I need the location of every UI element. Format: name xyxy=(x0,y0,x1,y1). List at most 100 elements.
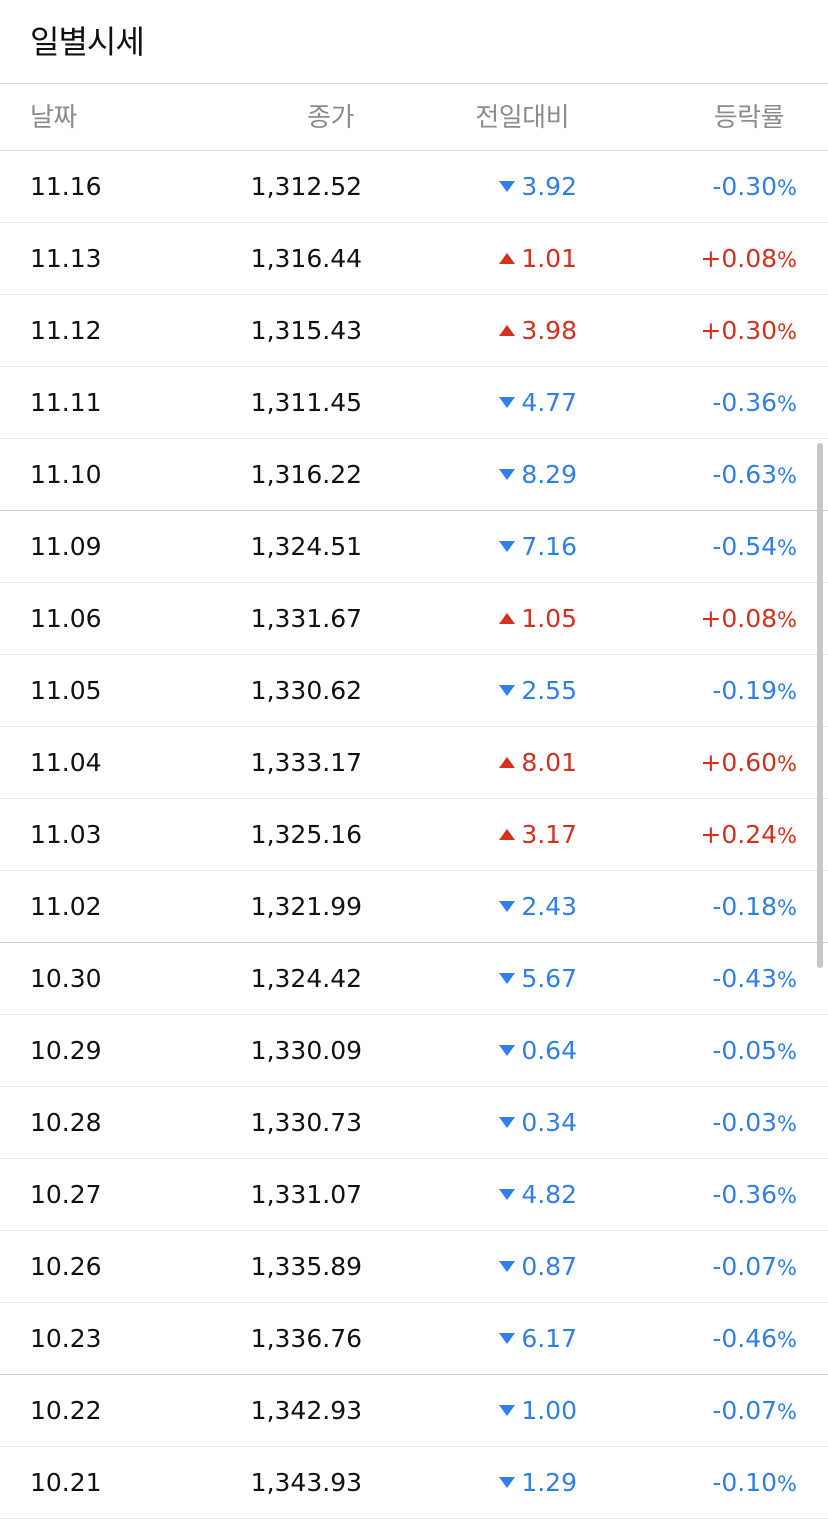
rate-value: -0.05 xyxy=(712,1036,778,1065)
change-value: 3.92 xyxy=(521,172,577,201)
rate-cell: -0.36% xyxy=(712,1178,797,1213)
percent-sign: % xyxy=(777,896,797,920)
date-cell: 11.11 xyxy=(30,388,102,417)
table-row: 11.03 1,325.16 3.17 +0.24% xyxy=(0,799,828,871)
rate-value: -0.07 xyxy=(712,1396,778,1425)
triangle-up-icon xyxy=(499,324,516,336)
close-price-cell: 1,316.44 xyxy=(250,244,362,273)
change-value: 0.34 xyxy=(521,1108,577,1137)
triangle-down-icon xyxy=(499,1188,516,1200)
close-price-cell: 1,330.09 xyxy=(250,1036,362,1065)
change-value: 8.01 xyxy=(521,748,577,777)
rate-value: +0.30 xyxy=(700,316,778,345)
table-row: 11.06 1,331.67 1.05 +0.08% xyxy=(0,583,828,655)
change-cell: 8.01 xyxy=(499,746,577,780)
table-row: 10.27 1,331.07 4.82 -0.36% xyxy=(0,1159,828,1231)
date-cell: 10.23 xyxy=(30,1324,102,1353)
rate-cell: +0.08% xyxy=(700,602,797,637)
close-price-cell: 1,324.51 xyxy=(250,532,362,561)
triangle-down-icon xyxy=(499,468,516,480)
rate-cell: -0.18% xyxy=(712,890,797,925)
change-cell: 7.16 xyxy=(499,530,577,564)
date-cell: 11.04 xyxy=(30,748,102,777)
percent-sign: % xyxy=(777,536,797,560)
close-price-cell: 1,312.52 xyxy=(250,172,362,201)
rate-cell: -0.63% xyxy=(712,458,797,493)
rate-value: -0.36 xyxy=(712,388,778,417)
triangle-down-icon xyxy=(499,1044,516,1056)
triangle-down-icon xyxy=(499,1260,516,1272)
percent-sign: % xyxy=(777,1040,797,1064)
table-row: 10.23 1,336.76 6.17 -0.46% xyxy=(0,1303,828,1375)
percent-sign: % xyxy=(777,680,797,704)
percent-sign: % xyxy=(777,248,797,272)
percent-sign: % xyxy=(777,392,797,416)
triangle-down-icon xyxy=(499,1332,516,1344)
table-row: 11.13 1,316.44 1.01 +0.08% xyxy=(0,223,828,295)
close-price-cell: 1,331.67 xyxy=(250,604,362,633)
rate-value: -0.36 xyxy=(712,1180,778,1209)
rate-cell: -0.46% xyxy=(712,1322,797,1357)
rate-value: -0.10 xyxy=(712,1468,778,1497)
rate-cell: +0.60% xyxy=(700,746,797,781)
date-cell: 11.12 xyxy=(30,316,102,345)
date-cell: 11.02 xyxy=(30,892,102,921)
rate-value: -0.63 xyxy=(712,460,778,489)
rate-cell: -0.05% xyxy=(712,1034,797,1069)
table-header: 날짜 종가 전일대비 등락률 xyxy=(0,85,828,151)
column-header-rate: 등락률 xyxy=(713,103,785,133)
date-cell: 10.29 xyxy=(30,1036,102,1065)
rate-cell: +0.30% xyxy=(700,314,797,349)
change-value: 1.29 xyxy=(521,1468,577,1497)
vertical-scrollbar[interactable] xyxy=(817,443,823,968)
change-value: 3.17 xyxy=(521,820,577,849)
table-row: 11.16 1,312.52 3.92 -0.30% xyxy=(0,151,828,223)
triangle-up-icon xyxy=(499,756,516,768)
change-value: 1.01 xyxy=(521,244,577,273)
change-cell: 1.29 xyxy=(499,1466,577,1500)
change-value: 1.05 xyxy=(521,604,577,633)
percent-sign: % xyxy=(777,752,797,776)
percent-sign: % xyxy=(777,968,797,992)
percent-sign: % xyxy=(777,1184,797,1208)
close-price-cell: 1,331.07 xyxy=(250,1180,362,1209)
change-cell: 4.82 xyxy=(499,1178,577,1212)
table-row: 10.30 1,324.42 5.67 -0.43% xyxy=(0,943,828,1015)
change-cell: 3.92 xyxy=(499,170,577,204)
rate-value: -0.19 xyxy=(712,676,778,705)
change-value: 1.00 xyxy=(521,1396,577,1425)
rate-cell: -0.19% xyxy=(712,674,797,709)
change-cell: 0.34 xyxy=(499,1106,577,1140)
close-price-cell: 1,342.93 xyxy=(250,1396,362,1425)
close-price-cell: 1,321.99 xyxy=(250,892,362,921)
table-row: 10.29 1,330.09 0.64 -0.05% xyxy=(0,1015,828,1087)
title-bar: 일별시세 xyxy=(0,0,828,84)
triangle-up-icon xyxy=(499,612,516,624)
table-row: 11.11 1,311.45 4.77 -0.36% xyxy=(0,367,828,439)
change-value: 0.64 xyxy=(521,1036,577,1065)
triangle-down-icon xyxy=(499,180,516,192)
change-cell: 0.87 xyxy=(499,1250,577,1284)
change-value: 5.67 xyxy=(521,964,577,993)
daily-price-table: 11.16 1,312.52 3.92 -0.30% 11.13 1,316.4… xyxy=(0,151,828,1519)
change-value: 6.17 xyxy=(521,1324,577,1353)
rate-value: +0.08 xyxy=(700,244,778,273)
date-cell: 11.06 xyxy=(30,604,102,633)
percent-sign: % xyxy=(777,1256,797,1280)
rate-value: -0.30 xyxy=(712,172,778,201)
table-row: 11.09 1,324.51 7.16 -0.54% xyxy=(0,511,828,583)
close-price-cell: 1,325.16 xyxy=(250,820,362,849)
percent-sign: % xyxy=(777,320,797,344)
rate-value: -0.03 xyxy=(712,1108,778,1137)
change-cell: 3.17 xyxy=(499,818,577,852)
close-price-cell: 1,333.17 xyxy=(250,748,362,777)
table-row: 10.21 1,343.93 1.29 -0.10% xyxy=(0,1447,828,1519)
change-value: 2.43 xyxy=(521,892,577,921)
triangle-down-icon xyxy=(499,972,516,984)
close-price-cell: 1,311.45 xyxy=(250,388,362,417)
triangle-down-icon xyxy=(499,540,516,552)
rate-cell: -0.10% xyxy=(712,1466,797,1501)
date-cell: 11.09 xyxy=(30,532,102,561)
close-price-cell: 1,336.76 xyxy=(250,1324,362,1353)
date-cell: 11.03 xyxy=(30,820,102,849)
